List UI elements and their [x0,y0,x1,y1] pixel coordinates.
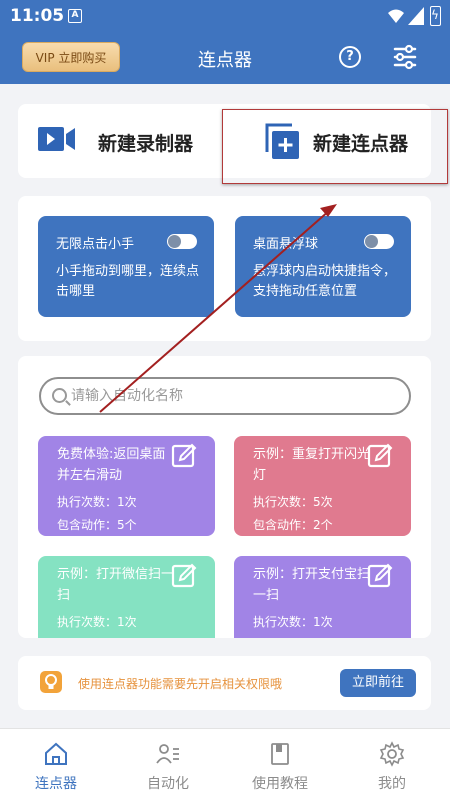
signal-icon [408,7,424,25]
vip-purchase-button[interactable]: VIP 立即购买 [22,42,120,72]
task-title: 示例：打开支付宝扫一扫 [253,567,371,603]
wifi-icon [388,9,404,23]
app-bar: VIP 立即购买 连点器 ? [0,34,450,84]
edit-icon[interactable] [367,563,393,589]
notice-text: 使用连点器功能需要先开启相关权限哦 [78,677,283,691]
search-box[interactable] [39,377,411,415]
task-title: 免费体验:返回桌面并左右滑动 [57,447,166,483]
tab-tutorial[interactable]: 使用教程 [224,729,336,800]
task-card[interactable]: 示例：打开支付宝扫一扫 执行次数：1次 [234,556,411,638]
lightbulb-icon [40,671,62,693]
tab-mine[interactable]: 我的 [336,729,448,800]
go-now-button[interactable]: 立即前往 [340,669,416,697]
task-action-count: 包含动作：5个 [57,518,137,532]
home-icon [45,742,67,765]
toggle-knob [168,235,181,248]
permission-notice: 使用连点器功能需要先开启相关权限哦 立即前往 [18,656,431,710]
search-input[interactable] [71,379,401,413]
gear-icon [379,741,405,767]
infinite-click-toggle[interactable] [167,234,197,249]
task-exec-count: 执行次数：1次 [57,615,137,629]
feature-title: 无限点击小手 [56,237,135,252]
feature-description: 悬浮球内启动快捷指令，支持拖动任意位置 [253,264,397,299]
floating-ball-toggle[interactable] [364,234,394,249]
feature-description: 小手拖动到哪里，连续点击哪里 [56,264,200,299]
add-copy-icon [265,123,299,159]
task-card[interactable]: 示例：重复打开闪光灯 执行次数：5次 包含动作：2个 [234,436,411,536]
task-exec-count: 执行次数：1次 [253,615,333,629]
feature-floating-ball[interactable]: 桌面悬浮球 悬浮球内启动快捷指令，支持拖动任意位置 [235,216,411,317]
video-camera-icon [38,127,75,151]
nav-label: 使用教程 [252,776,308,792]
create-card: 新建录制器 新建连点器 [18,104,431,178]
nav-label: 连点器 [35,776,77,792]
nav-label: 我的 [378,776,406,792]
edit-icon[interactable] [367,443,393,469]
question-circle-icon[interactable]: ? [339,46,361,68]
task-title: 示例：打开微信扫一扫 [57,567,175,603]
task-card[interactable]: 示例：打开微信扫一扫 执行次数：1次 [38,556,215,638]
tab-automation[interactable]: 自动化 [112,729,224,800]
profile-list-icon [156,744,179,764]
search-icon [52,388,67,403]
task-card[interactable]: 免费体验:返回桌面并左右滑动 执行次数：1次 包含动作：5个 [38,436,215,536]
toggle-knob [365,235,378,248]
task-action-count: 包含动作：2个 [253,518,333,532]
new-clicker-button[interactable]: 新建连点器 [228,104,428,178]
battery-icon: ϟ [430,6,441,26]
nav-label: 自动化 [147,776,189,792]
automation-list-card: 免费体验:返回桌面并左右滑动 执行次数：1次 包含动作：5个 示例：重复打开闪光… [18,356,431,638]
feature-infinite-click[interactable]: 无限点击小手 小手拖动到哪里，连续点击哪里 [38,216,214,317]
new-clicker-label: 新建连点器 [313,133,409,155]
feature-card: 无限点击小手 小手拖动到哪里，连续点击哪里 桌面悬浮球 悬浮球内启动快捷指令，支… [18,196,431,341]
new-recorder-label: 新建录制器 [98,133,194,155]
bottom-nav: 连点器 自动化 使用教程 我的 [0,728,450,800]
status-bar: 11:05 A ϟ [0,0,450,34]
feature-title: 桌面悬浮球 [253,237,319,252]
book-icon [271,743,289,765]
edit-icon[interactable] [171,563,197,589]
edit-icon[interactable] [171,443,197,469]
task-exec-count: 执行次数：1次 [57,495,137,509]
status-time: 11:05 [10,6,65,26]
tab-clicker[interactable]: 连点器 [0,729,112,800]
task-title: 示例：重复打开闪光灯 [253,447,371,483]
task-exec-count: 执行次数：5次 [253,495,333,509]
notification-icon: A [68,9,82,23]
new-recorder-button[interactable]: 新建录制器 [18,104,218,178]
sliders-icon[interactable] [392,44,418,70]
